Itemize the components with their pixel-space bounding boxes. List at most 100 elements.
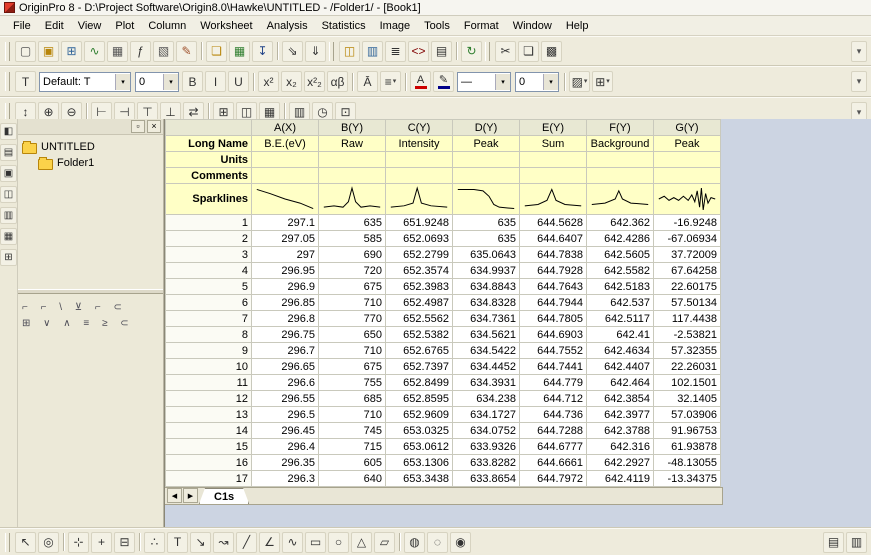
zoom-tool-icon[interactable]: ◎: [38, 531, 59, 553]
toolbar-grip[interactable]: [329, 41, 334, 61]
data-cell[interactable]: 296.8: [251, 310, 319, 327]
data-cell[interactable]: 642.3977: [586, 406, 654, 423]
corner-cell[interactable]: [165, 119, 252, 136]
data-cell[interactable]: 652.0693: [385, 230, 453, 247]
data-cell[interactable]: 651.9248: [385, 214, 453, 231]
dock-graph-icon[interactable]: ◧: [0, 123, 17, 140]
circle-tool-icon[interactable]: ○: [328, 531, 349, 553]
data-cell[interactable]: 644.6777: [519, 438, 587, 455]
font-size-combo[interactable]: 0 ▾: [135, 71, 179, 92]
data-cell[interactable]: 102.1501: [653, 374, 721, 391]
toolbar-grip[interactable]: [5, 41, 10, 61]
data-cell[interactable]: 652.8595: [385, 390, 453, 407]
label-cell[interactable]: [519, 151, 587, 168]
data-cell[interactable]: 652.3983: [385, 278, 453, 295]
data-cell[interactable]: 297.05: [251, 230, 319, 247]
menu-help[interactable]: Help: [559, 18, 596, 34]
data-cell[interactable]: 634.1727: [452, 406, 520, 423]
cut-icon[interactable]: ✂: [495, 40, 516, 62]
border-grid-dropdown[interactable]: ⊞ ▾: [592, 71, 613, 92]
toolbar-overflow-button[interactable]: ▾: [851, 71, 867, 92]
data-cell[interactable]: 644.736: [519, 406, 587, 423]
data-cell[interactable]: 644.6903: [519, 326, 587, 343]
data-cell[interactable]: 296.55: [251, 390, 319, 407]
superscript-button[interactable]: x²: [258, 71, 279, 92]
menu-analysis[interactable]: Analysis: [260, 18, 315, 34]
dock-mask-icon[interactable]: ▦: [0, 228, 17, 245]
row-number[interactable]: 7: [165, 310, 252, 327]
row-number[interactable]: 8: [165, 326, 252, 343]
data-cell[interactable]: 67.64258: [653, 262, 721, 279]
row-number[interactable]: 16: [165, 454, 252, 471]
row-number[interactable]: 15: [165, 438, 252, 455]
data-cell[interactable]: 91.96753: [653, 422, 721, 439]
dock-layout-icon[interactable]: ▥: [0, 207, 17, 224]
supsub-button[interactable]: x²₂: [304, 71, 325, 92]
label-cell[interactable]: [385, 167, 453, 184]
data-cell[interactable]: 642.4634: [586, 342, 654, 359]
data-cell[interactable]: 642.5605: [586, 246, 654, 263]
column-header[interactable]: D(Y): [452, 119, 520, 136]
tree-item-untitled[interactable]: UNTITLED: [22, 139, 161, 155]
chevron-down-icon[interactable]: ▾: [495, 73, 510, 90]
rectangle-tool-icon[interactable]: ▭: [305, 531, 326, 553]
label-cell[interactable]: [251, 167, 319, 184]
project-explorer-icon[interactable]: ◫: [339, 40, 360, 62]
line-width-combo[interactable]: 0 ▾: [515, 71, 559, 92]
data-cell[interactable]: -16.9248: [653, 214, 721, 231]
freehand-tool-icon[interactable]: ∿: [282, 531, 303, 553]
data-cell[interactable]: 642.41: [586, 326, 654, 343]
data-cell[interactable]: 635.0643: [452, 246, 520, 263]
data-cell[interactable]: 652.3574: [385, 262, 453, 279]
label-cell[interactable]: [586, 167, 654, 184]
script-window-icon[interactable]: ≣: [385, 40, 406, 62]
data-cell[interactable]: 710: [318, 342, 386, 359]
data-cell[interactable]: 634.7361: [452, 310, 520, 327]
label-cell[interactable]: [251, 151, 319, 168]
polyline-tool-icon[interactable]: ∠: [259, 531, 280, 553]
mask-toggle-icon[interactable]: ◉: [450, 531, 471, 553]
pin-icon[interactable]: ▫: [131, 120, 145, 133]
data-cell[interactable]: 652.9609: [385, 406, 453, 423]
data-cell[interactable]: 57.03906: [653, 406, 721, 423]
dock-column-icon[interactable]: ◫: [0, 186, 17, 203]
data-cell[interactable]: 770: [318, 310, 386, 327]
label-cell[interactable]: [452, 151, 520, 168]
data-cell[interactable]: 296.85: [251, 294, 319, 311]
row-number[interactable]: 9: [165, 342, 252, 359]
align-button[interactable]: ≡ ▾: [380, 71, 401, 92]
label-cell[interactable]: [385, 151, 453, 168]
line-style-combo[interactable]: — ▾: [457, 71, 511, 92]
data-cell[interactable]: 642.316: [586, 438, 654, 455]
italic-button[interactable]: I: [205, 71, 226, 92]
chevron-down-icon[interactable]: ▾: [543, 73, 558, 90]
sparkline-cell[interactable]: [251, 183, 319, 215]
data-cell[interactable]: 745: [318, 422, 386, 439]
new-folder-icon[interactable]: ▣: [38, 40, 59, 62]
label-cell[interactable]: Intensity: [385, 135, 453, 152]
chevron-down-icon[interactable]: ▾: [163, 73, 178, 90]
new-notes-icon[interactable]: ✎: [176, 40, 197, 62]
row-number[interactable]: 14: [165, 422, 252, 439]
data-cell[interactable]: 22.60175: [653, 278, 721, 295]
menu-file[interactable]: File: [6, 18, 38, 34]
data-cell[interactable]: 635: [452, 214, 520, 231]
row-number[interactable]: 6: [165, 294, 252, 311]
toolbar-overflow-button[interactable]: ▾: [851, 40, 867, 62]
label-cell[interactable]: [452, 167, 520, 184]
data-cell[interactable]: 32.1405: [653, 390, 721, 407]
data-cell[interactable]: 653.1306: [385, 454, 453, 471]
data-cell[interactable]: 634.9937: [452, 262, 520, 279]
data-cell[interactable]: 57.50134: [653, 294, 721, 311]
save-icon[interactable]: ↧: [252, 40, 273, 62]
screen-reader-icon[interactable]: +: [91, 531, 112, 553]
region-tool-icon[interactable]: ▱: [374, 531, 395, 553]
data-cell[interactable]: 652.7397: [385, 358, 453, 375]
pointer-tool-icon[interactable]: ↖: [15, 531, 36, 553]
data-cell[interactable]: 720: [318, 262, 386, 279]
new-table-window-icon[interactable]: ▥: [846, 531, 867, 553]
mask-tool-icon[interactable]: ◍: [404, 531, 425, 553]
data-cell[interactable]: 652.2799: [385, 246, 453, 263]
column-header[interactable]: C(Y): [385, 119, 453, 136]
data-cell[interactable]: 296.75: [251, 326, 319, 343]
